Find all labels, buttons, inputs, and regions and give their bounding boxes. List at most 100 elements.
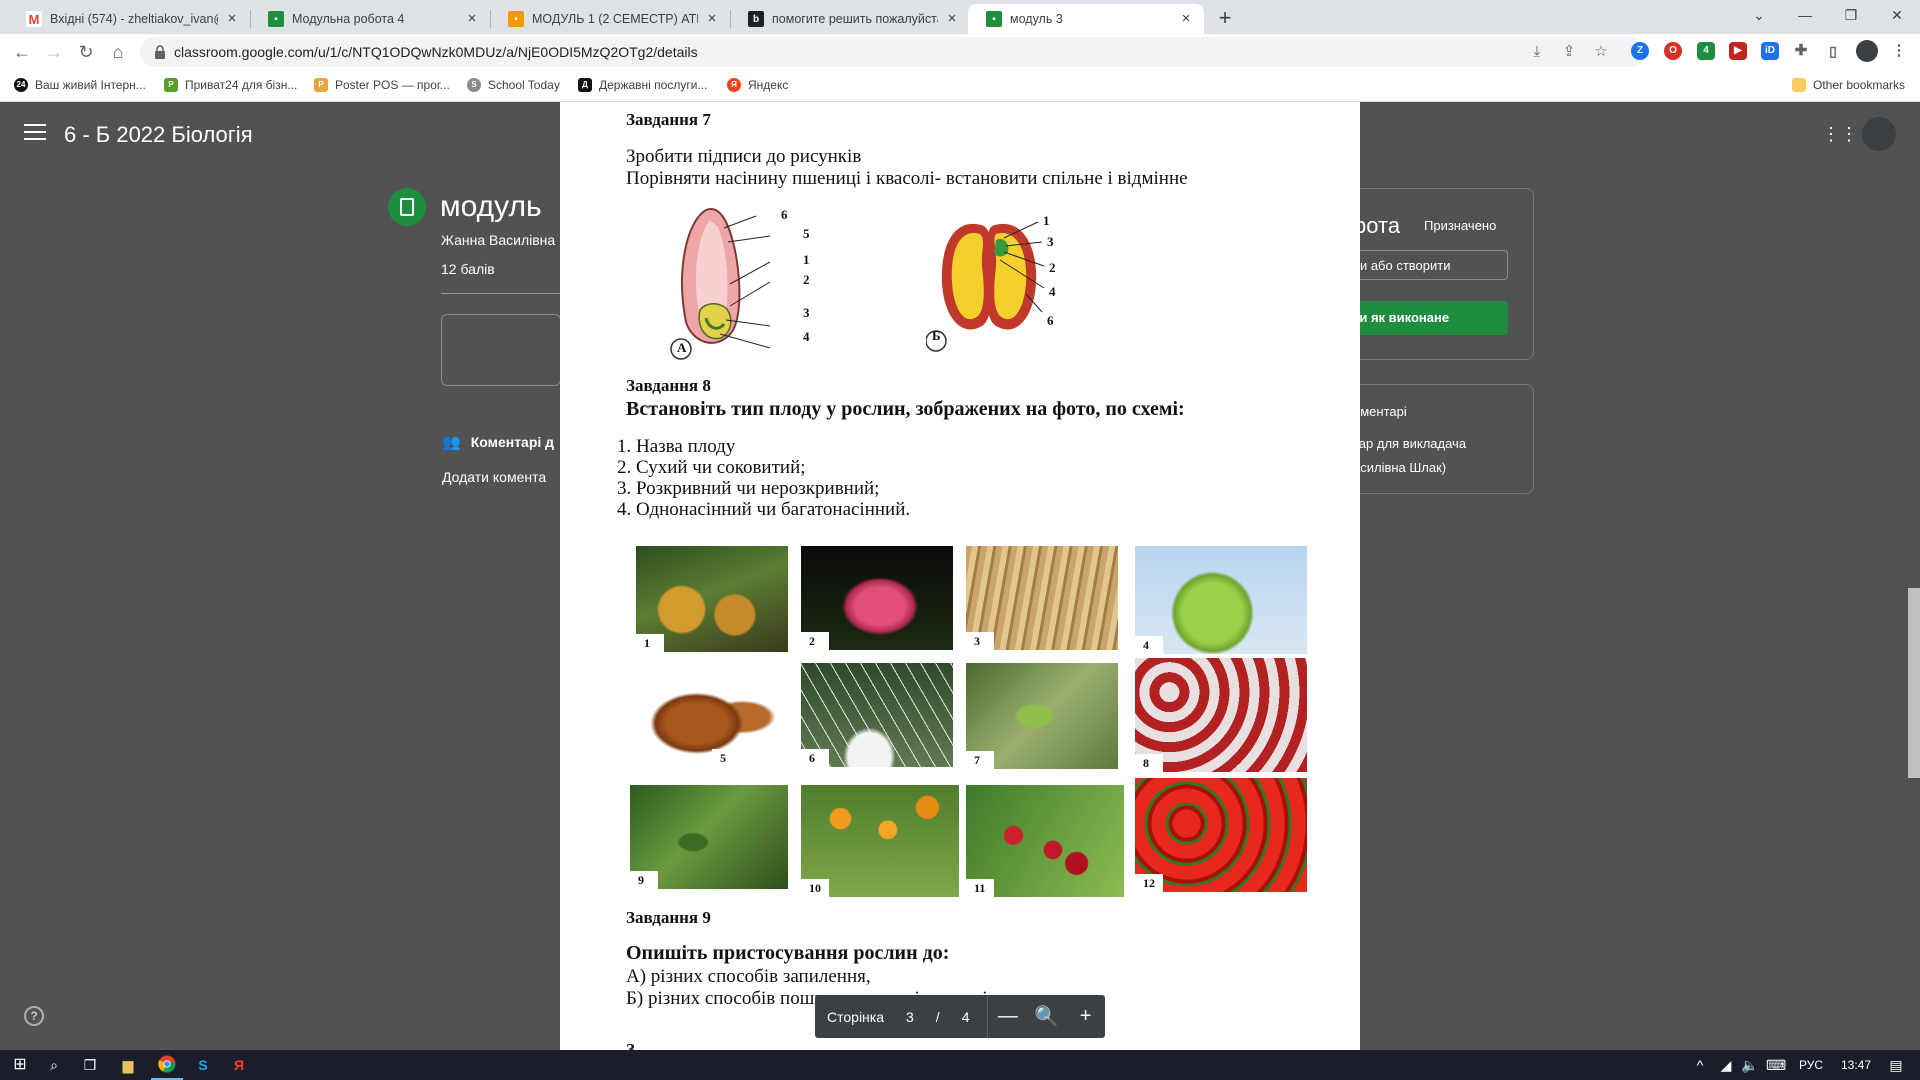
close-icon[interactable]: × bbox=[224, 11, 240, 27]
tab-search-icon[interactable]: ⌄ bbox=[1736, 0, 1782, 30]
class-comments: 👥 Коментарі д bbox=[442, 433, 554, 451]
reload-icon[interactable]: ↻ bbox=[72, 38, 100, 66]
photo-cherry: 11 bbox=[966, 785, 1124, 897]
avatar[interactable] bbox=[1862, 117, 1896, 151]
close-icon[interactable]: × bbox=[704, 11, 720, 27]
bookmark-item[interactable]: P Приват24 для бізн... bbox=[164, 78, 297, 92]
pdf-page-toolbar: Сторінка 3 / 4 — 🔍 + bbox=[815, 995, 1105, 1038]
figure-a-label: 3 bbox=[803, 305, 810, 320]
search-icon[interactable]: ⌕ bbox=[44, 1055, 64, 1075]
mark-done-button[interactable]: ти як виконане bbox=[1353, 301, 1508, 335]
wheat-seed-figure bbox=[670, 208, 771, 360]
bookmark-item[interactable]: Я Яндекс bbox=[727, 78, 788, 92]
assignment-title: модуль bbox=[440, 190, 542, 223]
hamburger-menu-icon[interactable] bbox=[24, 124, 46, 140]
bookmarks-bar: 24 Ваш живий Інтерн... P Приват24 для бі… bbox=[0, 70, 1920, 102]
skype-icon[interactable]: S bbox=[193, 1055, 213, 1075]
restore-icon[interactable]: ❐ bbox=[1828, 0, 1874, 30]
bookmark-item[interactable]: Д Державні послуги... bbox=[578, 78, 707, 92]
private-comment-link[interactable]: тар для викладача bbox=[1353, 436, 1466, 451]
task7-heading: Завдання 7 bbox=[626, 110, 711, 129]
page-separator: / bbox=[935, 1008, 940, 1025]
chrome-icon[interactable] bbox=[157, 1055, 177, 1075]
tab-modulna-robota[interactable]: ▪ Модульна робота 4 × bbox=[250, 4, 490, 34]
bookmark-favicon: 24 bbox=[14, 78, 28, 92]
network-icon[interactable]: ◢ bbox=[1716, 1055, 1736, 1075]
help-icon[interactable]: ? bbox=[24, 1006, 44, 1026]
close-icon[interactable]: × bbox=[1178, 11, 1194, 27]
other-bookmarks[interactable]: Other bookmarks bbox=[1792, 78, 1905, 92]
extension-id-icon[interactable]: iD bbox=[1761, 42, 1779, 60]
figure-a-label: 4 bbox=[803, 329, 810, 344]
attachment-card[interactable] bbox=[441, 314, 561, 386]
back-icon[interactable]: ← bbox=[8, 38, 36, 66]
assignment-author: Жанна Василівна bbox=[441, 232, 556, 248]
close-icon[interactable]: × bbox=[464, 11, 480, 27]
current-page-input[interactable]: 3 bbox=[906, 1009, 914, 1025]
task9-heading: Завдання 9 bbox=[626, 908, 711, 927]
tab-strip: M Вхідні (574) - zheltiakov_ivan@17 × ▪ … bbox=[0, 0, 1920, 34]
menu-kebab-icon[interactable]: ⋮ bbox=[1890, 42, 1908, 60]
folder-icon bbox=[1792, 78, 1806, 92]
tab-gmail[interactable]: M Вхідні (574) - zheltiakov_ivan@17 × bbox=[8, 4, 250, 34]
add-or-create-button[interactable]: ти або створити bbox=[1353, 250, 1508, 280]
tab-modul-1[interactable]: ▪ МОДУЛЬ 1 (2 СЕМЕСТР) АТМОС × bbox=[490, 4, 730, 34]
extension-video-icon[interactable]: ▶ bbox=[1729, 42, 1747, 60]
zoom-icon[interactable]: 🔍 bbox=[1027, 1004, 1066, 1029]
photo-apple: 4 bbox=[1135, 546, 1307, 654]
language-indicator[interactable]: РУС bbox=[1799, 1058, 1823, 1072]
add-comment-link[interactable]: Додати комента bbox=[442, 469, 546, 485]
extension-shield-icon[interactable]: 4 bbox=[1697, 42, 1715, 60]
close-icon[interactable]: × bbox=[944, 11, 960, 27]
apps-grid-icon[interactable]: ⋮⋮ bbox=[1822, 124, 1858, 144]
file-explorer-icon[interactable]: ▆ bbox=[118, 1055, 138, 1075]
volume-icon[interactable]: 🔈 bbox=[1740, 1055, 1760, 1075]
private-comments-heading: оментарі bbox=[1353, 404, 1407, 419]
share-icon[interactable]: ⇪ bbox=[1560, 43, 1578, 61]
task-view-icon[interactable]: ❐ bbox=[80, 1055, 100, 1075]
photo-acorn: 5 bbox=[636, 663, 788, 767]
forward-icon[interactable]: → bbox=[40, 38, 68, 66]
chevron-up-icon[interactable]: ^ bbox=[1690, 1055, 1710, 1075]
side-panel-icon[interactable]: ▯ bbox=[1824, 42, 1842, 60]
clock[interactable]: 13:47 bbox=[1841, 1058, 1871, 1072]
keyboard-icon[interactable]: ⌨ bbox=[1766, 1055, 1786, 1075]
photo-pineapple: 1 bbox=[636, 546, 788, 652]
extension-opera-icon[interactable]: O bbox=[1664, 42, 1682, 60]
address-bar[interactable]: classroom.google.com/u/1/c/NTQ1ODQwNzk0M… bbox=[140, 37, 1645, 67]
task8-item: 3. Розкривний чи нерозкривний; bbox=[617, 478, 880, 499]
home-icon[interactable]: ⌂ bbox=[104, 38, 132, 66]
tab-modul-3[interactable]: ▪ модуль 3 × bbox=[968, 4, 1204, 34]
photo-number: 6 bbox=[801, 749, 829, 767]
class-comments-label: Коментарі д bbox=[470, 434, 555, 450]
install-icon[interactable]: ⤓ bbox=[1528, 43, 1546, 61]
total-pages: 4 bbox=[961, 1008, 970, 1025]
bookmark-label: Ваш живий Інтерн... bbox=[35, 78, 146, 92]
yandex-browser-icon[interactable]: Я bbox=[229, 1055, 249, 1075]
bookmark-star-icon[interactable]: ☆ bbox=[1592, 43, 1610, 61]
profile-avatar[interactable] bbox=[1856, 40, 1878, 62]
task8-heading: Завдання 8 bbox=[626, 376, 711, 395]
figure-b-label: 2 bbox=[1049, 260, 1056, 275]
minimize-icon[interactable]: — bbox=[1782, 0, 1828, 30]
notifications-icon[interactable]: ▤ bbox=[1886, 1055, 1906, 1075]
close-window-icon[interactable]: ✕ bbox=[1874, 0, 1920, 30]
tab-znanija[interactable]: b помогите решить пожалуйста - × bbox=[730, 4, 970, 34]
course-name[interactable]: 6 - Б 2022 Біологія bbox=[64, 122, 253, 148]
bookmark-item[interactable]: 24 Ваш живий Інтерн... bbox=[14, 78, 146, 92]
windows-start-icon[interactable]: ⊞ bbox=[10, 1055, 30, 1075]
extension-z-icon[interactable]: Z bbox=[1631, 42, 1649, 60]
figure-b-label: 6 bbox=[1047, 313, 1054, 328]
figure-b-label: 1 bbox=[1043, 213, 1050, 228]
extensions-puzzle-icon[interactable]: ✚ bbox=[1792, 42, 1810, 60]
photo-raspberry: 2 bbox=[801, 546, 953, 650]
scrollbar[interactable] bbox=[1908, 588, 1920, 778]
zoom-out-button[interactable]: — bbox=[988, 1005, 1027, 1028]
bookmark-item[interactable]: P Poster POS — прог... bbox=[314, 78, 450, 92]
new-tab-button[interactable]: + bbox=[1212, 6, 1238, 32]
chrome-logo bbox=[158, 1055, 176, 1073]
slides-icon: ▪ bbox=[508, 11, 524, 27]
bookmark-item[interactable]: S School Today bbox=[467, 78, 560, 92]
zoom-in-button[interactable]: + bbox=[1066, 1005, 1105, 1028]
task8-item: 1. Назва плоду bbox=[617, 436, 736, 457]
